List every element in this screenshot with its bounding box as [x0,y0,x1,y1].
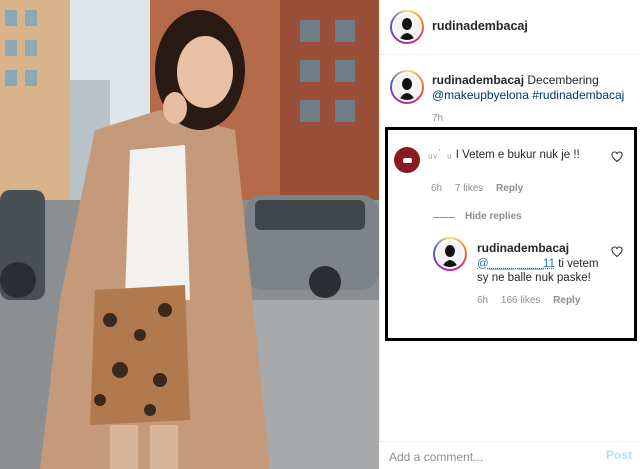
caption-timestamp[interactable]: 7h [432,113,443,124]
caption-username[interactable]: rudinadembacaj [432,73,524,87]
caption-word: Decembering [527,73,598,87]
hide-replies-button[interactable]: Hide replies [465,211,522,222]
comment-username[interactable]: ᵤᵥ˙ ᵤ [428,149,453,161]
post-photo[interactable] [0,0,379,469]
reply-time[interactable]: 6h [477,295,488,306]
comment-text: ᵤᵥ˙ ᵤ I Vetem e bukur nuk je !! [428,148,608,163]
replies-divider [433,217,455,218]
caption-mention[interactable]: @makeupbyelona [432,88,529,102]
reply-meta: 6h 166 likes Reply [477,295,590,306]
reply-avatar[interactable] [433,237,467,271]
avatar-silhouette-icon [437,241,463,267]
reply-username[interactable]: rudinadembacaj [477,241,569,255]
comment-likes[interactable]: 7 likes [455,183,483,194]
caption-text: rudinadembacaj Decembering @makeupbyelon… [432,73,632,103]
comment-time[interactable]: 6h [431,183,442,194]
avatar-silhouette-icon [394,14,420,40]
post-header: rudinadembacaj [380,0,640,55]
comment-reply-button[interactable]: Reply [496,183,523,194]
heart-outline-icon[interactable] [611,246,623,258]
add-comment-bar: Post [379,441,640,469]
add-comment-input[interactable] [389,448,589,466]
caption-avatar[interactable] [390,70,424,104]
avatar-silhouette-icon [394,74,420,100]
post-comment-button[interactable]: Post [606,448,632,462]
reply-mention[interactable]: @____ ____11 [477,258,555,270]
comment-body: I Vetem e bukur nuk je !! [456,149,580,161]
reply-text: @____ ____11 ti vetem sy ne balle nuk pa… [477,257,607,285]
reply-reply-button[interactable]: Reply [553,295,580,306]
caption-hashtag[interactable]: #rudinadembacaj [532,88,624,102]
photo-illustration [0,0,379,469]
header-username[interactable]: rudinadembacaj [432,19,528,33]
comment-meta: 6h 7 likes Reply [431,183,533,194]
comment-avatar[interactable] [394,147,420,173]
heart-outline-icon[interactable] [611,151,623,163]
header-avatar[interactable] [390,10,424,44]
highlighted-comments-frame: ᵤᵥ˙ ᵤ I Vetem e bukur nuk je !! 6h 7 lik… [385,127,637,341]
reply-likes[interactable]: 166 likes [501,295,540,306]
